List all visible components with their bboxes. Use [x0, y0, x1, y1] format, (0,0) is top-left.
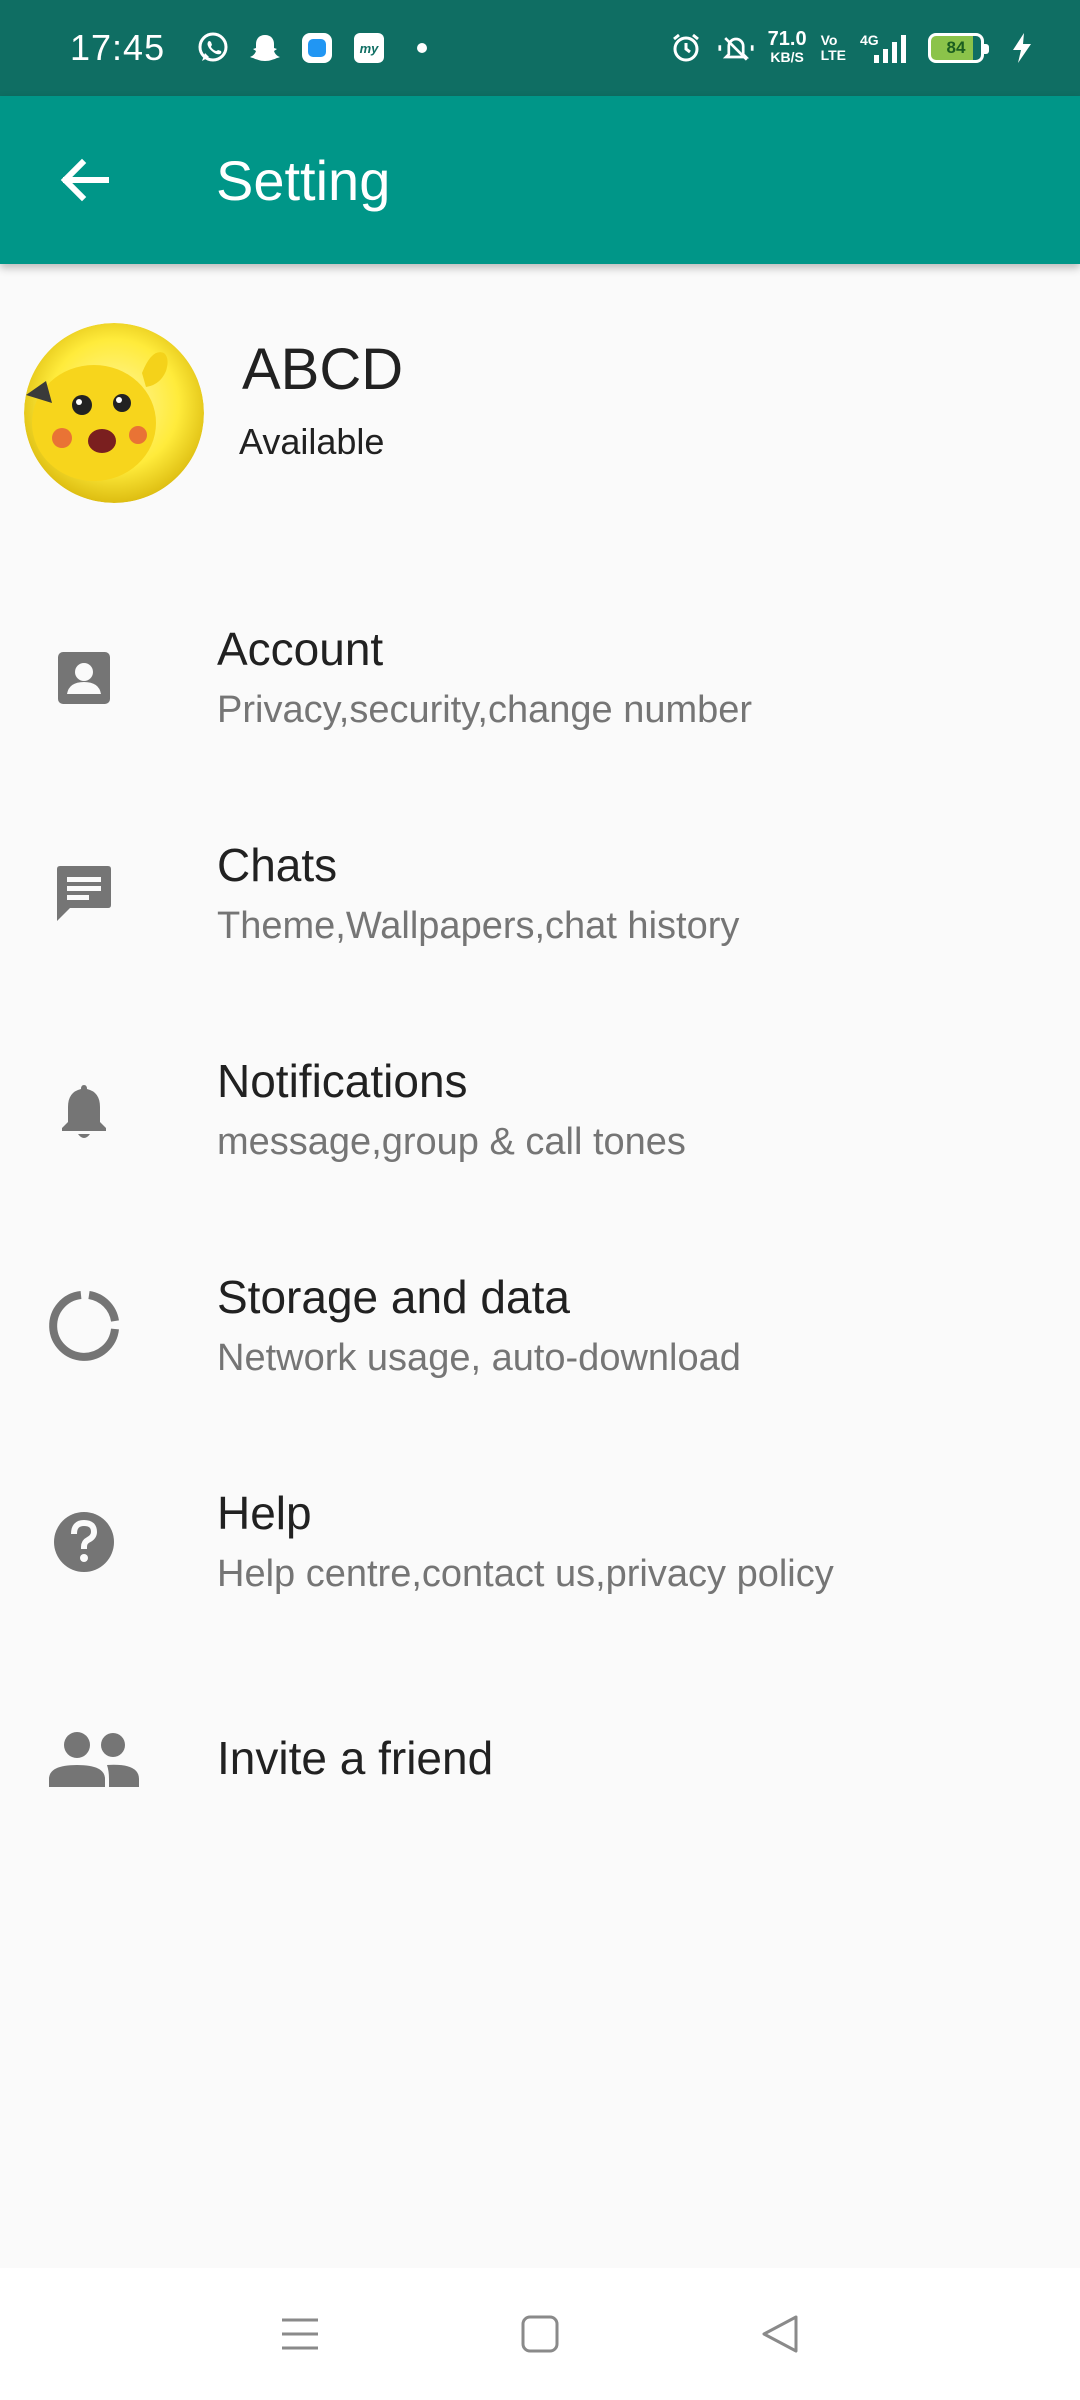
battery-level: 84 [946, 38, 966, 57]
svg-text:4G: 4G [860, 32, 879, 48]
setting-text: Storage and data Network usage, auto-dow… [217, 1267, 741, 1385]
setting-invite[interactable]: Invite a friend [0, 1650, 1080, 1866]
setting-title: Help [217, 1487, 312, 1539]
setting-subtitle: Help centre,contact us,privacy policy [217, 1553, 834, 1595]
setting-title: Invite a friend [217, 1732, 494, 1784]
profile-status: Available [239, 420, 385, 462]
snapchat-icon [247, 30, 283, 66]
profile-text: ABCD Available [239, 337, 403, 463]
menu-icon[interactable] [260, 2294, 340, 2374]
setting-text: Account Privacy,security,change number [217, 619, 752, 737]
back-button[interactable] [24, 96, 144, 264]
setting-text: Chats Theme,Wallpapers,chat history [217, 835, 739, 953]
status-time: 17:45 [70, 27, 166, 68]
setting-chats[interactable]: Chats Theme,Wallpapers,chat history [0, 786, 1080, 1002]
bell-icon [40, 1066, 128, 1154]
app-icon [299, 30, 335, 66]
account-icon [40, 634, 128, 722]
setting-subtitle: Network usage, auto-download [217, 1337, 741, 1379]
status-bar: 17:45 my 71.0 KB/S Vo LTE 4G 84 [0, 0, 1080, 96]
system-icons: 71.0 KB/S Vo LTE 4G 84 [668, 28, 1040, 66]
mute-icon [718, 30, 754, 66]
setting-subtitle: Privacy,security,change number [217, 689, 753, 731]
speed-unit: KB/S [770, 49, 804, 65]
settings-list: Account Privacy,security,change number C… [0, 570, 1080, 1866]
volte-bottom: LTE [820, 47, 846, 63]
setting-notifications[interactable]: Notifications message,group & call tones [0, 1002, 1080, 1218]
setting-text: Notifications message,group & call tones [217, 1051, 686, 1169]
setting-title: Chats [217, 839, 338, 891]
chat-icon [40, 850, 128, 938]
setting-subtitle: message,group & call tones [217, 1121, 686, 1163]
volte-top: Vo [820, 32, 838, 48]
volte-indicator: Vo LTE [821, 33, 846, 63]
system-nav-bar [0, 2268, 1080, 2400]
setting-title: Storage and data [217, 1271, 570, 1323]
page-title: Setting [216, 148, 391, 212]
setting-title: Account [217, 623, 384, 675]
dot-icon [417, 43, 428, 53]
whatsapp-icon [195, 30, 231, 66]
signal-icon: 4G [860, 30, 914, 66]
setting-title: Notifications [217, 1055, 468, 1107]
svg-text:my: my [360, 41, 380, 56]
profile-name: ABCD [242, 336, 404, 402]
alarm-icon [668, 30, 704, 66]
setting-subtitle: Theme,Wallpapers,chat history [217, 905, 740, 947]
setting-storage[interactable]: Storage and data Network usage, auto-dow… [0, 1218, 1080, 1434]
home-icon[interactable] [500, 2294, 580, 2374]
setting-text: Help Help centre,contact us,privacy poli… [217, 1483, 834, 1601]
storage-icon [40, 1282, 128, 1370]
notification-icons: my [195, 30, 428, 66]
back-icon[interactable] [740, 2294, 820, 2374]
charging-icon [1004, 30, 1040, 66]
people-icon [46, 1714, 142, 1802]
battery-icon: 84 [928, 33, 989, 63]
network-speed: 71.0 KB/S [767, 28, 807, 66]
avatar-image [24, 323, 204, 503]
myjio-icon: my [351, 30, 387, 66]
setting-account[interactable]: Account Privacy,security,change number [0, 570, 1080, 786]
setting-text: Invite a friend [217, 1728, 493, 1788]
avatar[interactable] [24, 323, 204, 503]
arrow-back-icon [60, 158, 109, 202]
setting-help[interactable]: Help Help centre,contact us,privacy poli… [0, 1434, 1080, 1650]
speed-value: 71.0 [767, 28, 807, 50]
help-icon [40, 1498, 128, 1586]
app-bar: Setting [0, 96, 1080, 264]
profile-header[interactable]: ABCD Available [24, 322, 1054, 504]
